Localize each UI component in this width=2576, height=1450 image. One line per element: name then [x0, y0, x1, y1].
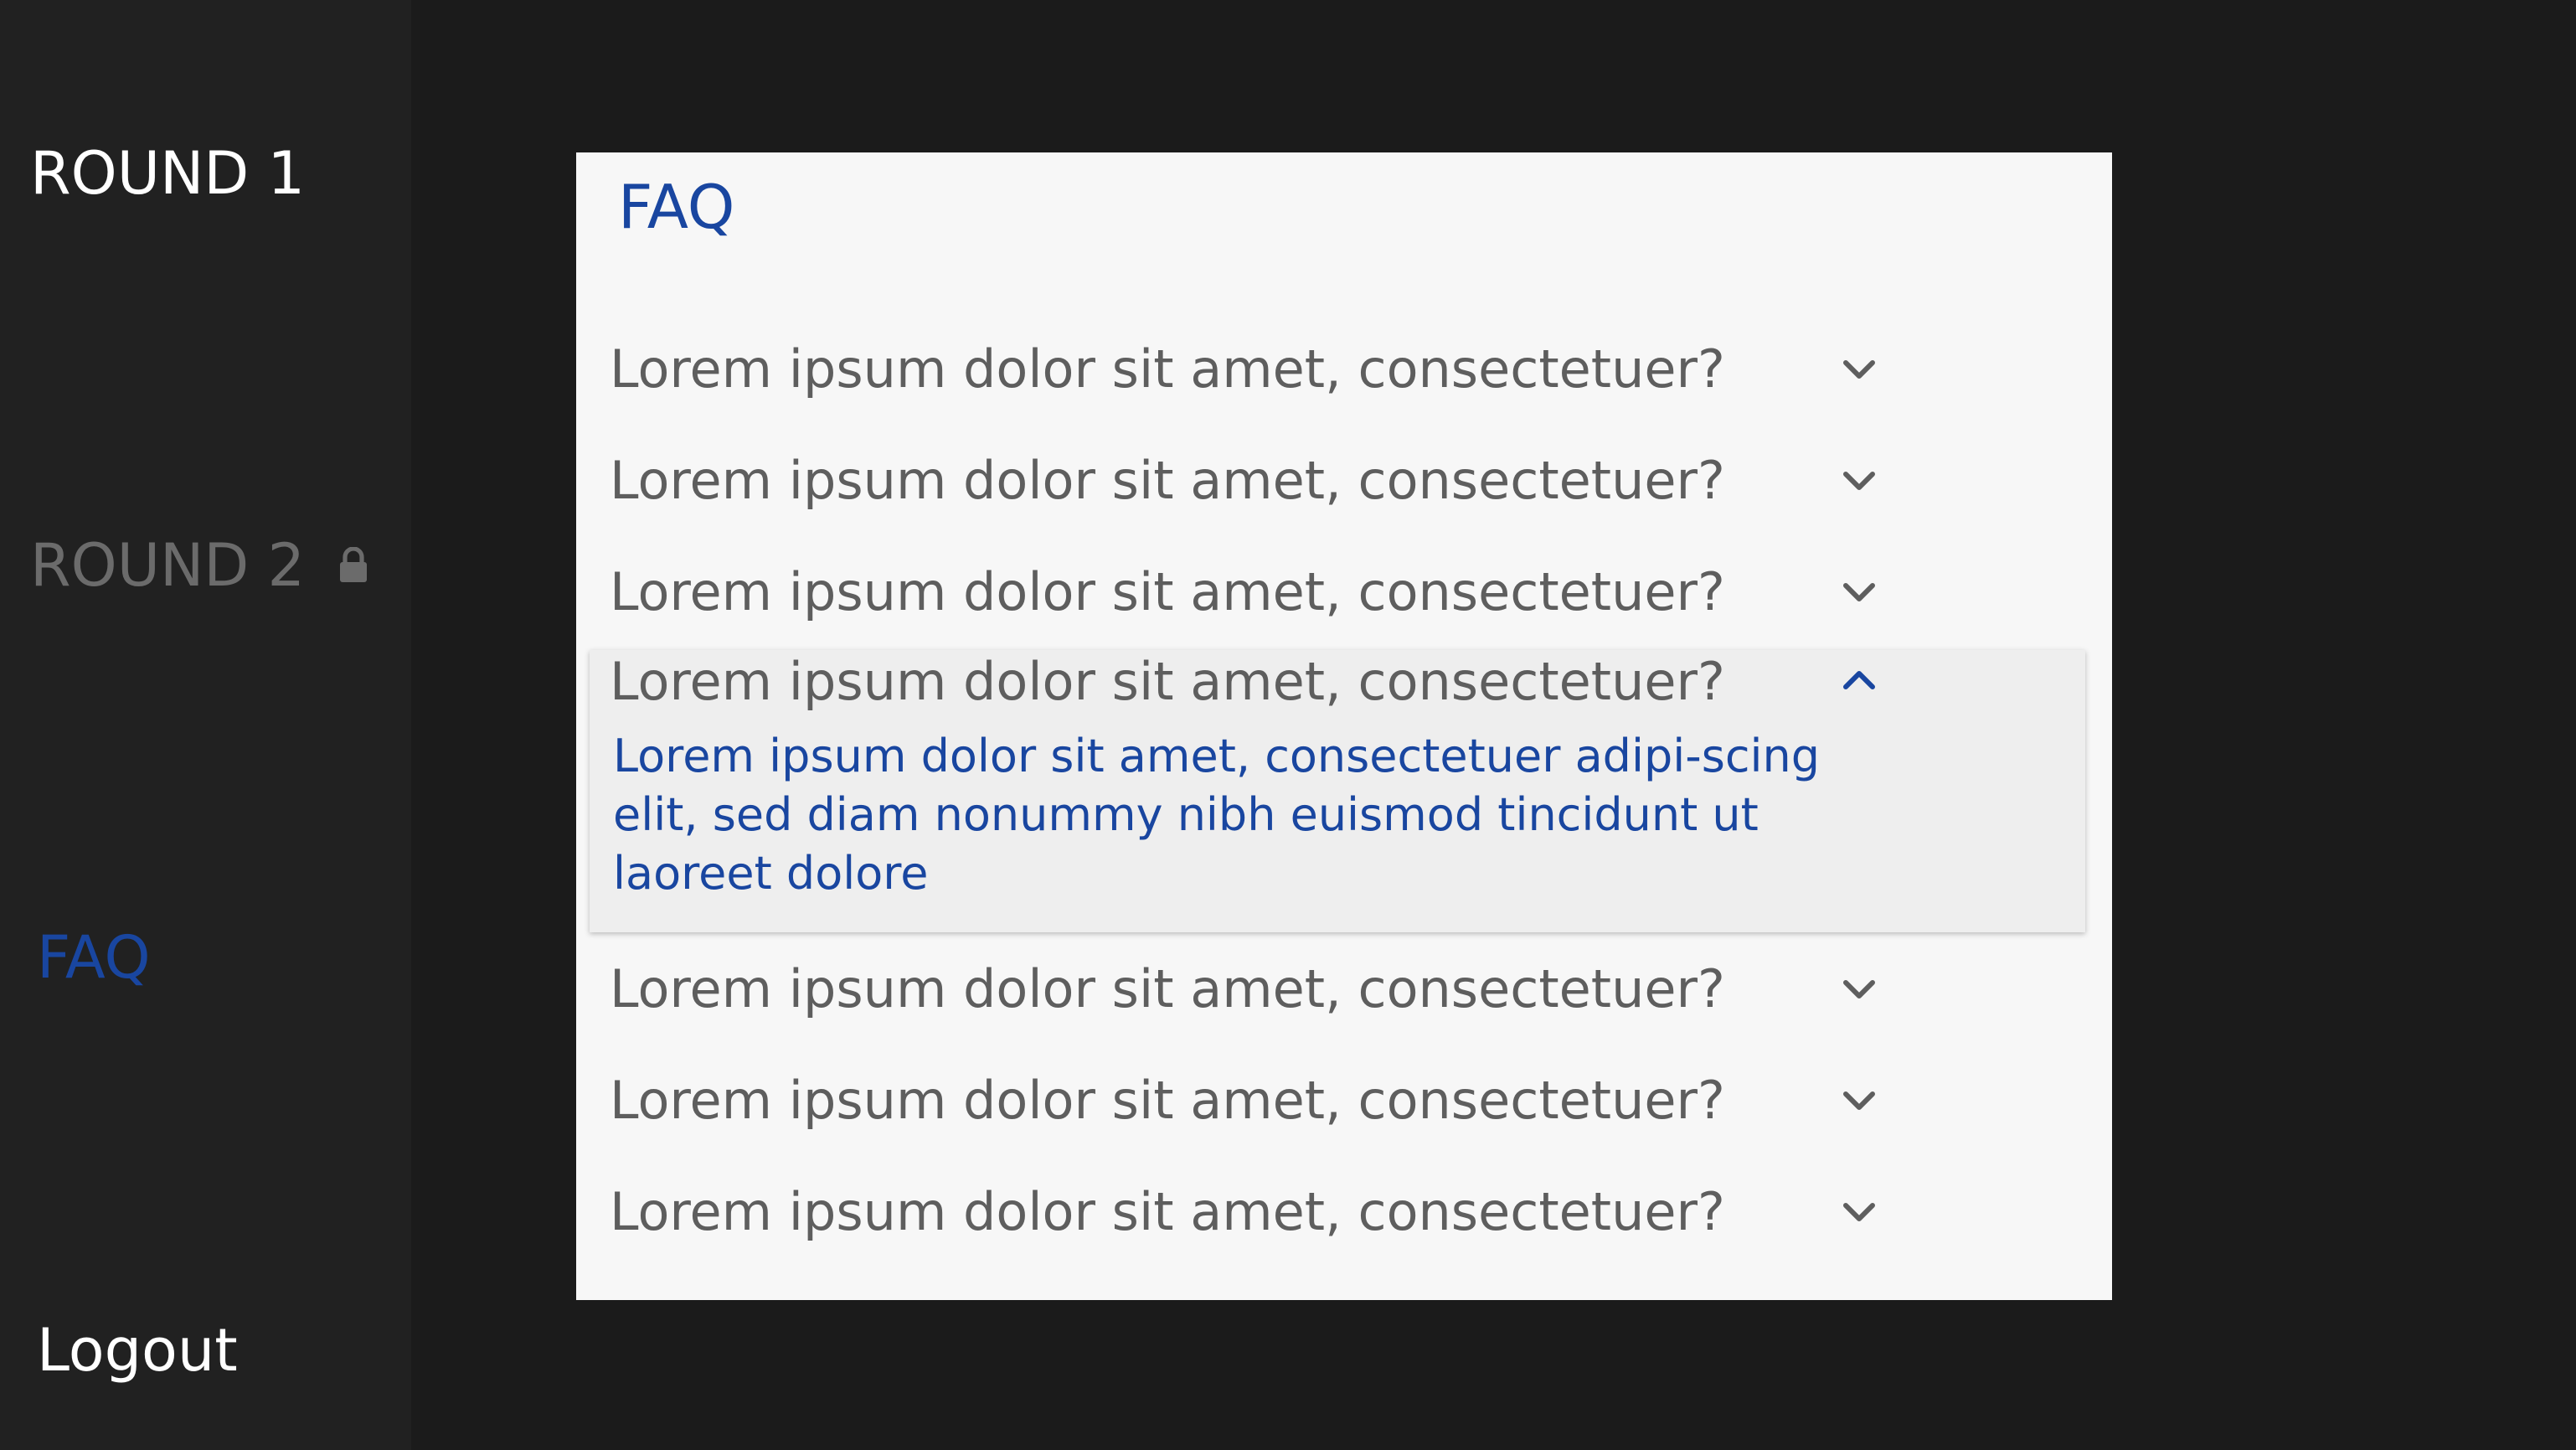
- chevron-down-icon[interactable]: [1839, 1192, 1879, 1232]
- faq-question[interactable]: Lorem ipsum dolor sit amet, consectetuer…: [610, 653, 1725, 710]
- faq-item[interactable]: Lorem ipsum dolor sit amet, consectetuer…: [576, 1158, 2112, 1270]
- logout-label: Logout: [37, 1316, 238, 1385]
- lock-icon: [340, 547, 368, 582]
- app: ROUND 1 ROUND 2 FAQ Logout FAQ Lorem ips…: [0, 0, 2576, 1450]
- chevron-down-icon[interactable]: [1839, 349, 1879, 390]
- chevron-down-icon[interactable]: [1839, 461, 1879, 501]
- faq-item[interactable]: Lorem ipsum dolor sit amet, consectetuer…: [576, 427, 2112, 539]
- chevron-down-icon[interactable]: [1839, 1081, 1879, 1121]
- faq-item[interactable]: Lorem ipsum dolor sit amet, consectetuer…: [576, 1047, 2112, 1158]
- faq-item[interactable]: Lorem ipsum dolor sit amet, consectetuer…: [576, 539, 2112, 650]
- sidebar-item-faq[interactable]: FAQ: [37, 928, 151, 987]
- chevron-down-icon[interactable]: [1839, 969, 1879, 1009]
- chevron-up-icon[interactable]: [1839, 660, 1879, 700]
- faq-item[interactable]: Lorem ipsum dolor sit amet, consectetuer…: [576, 936, 2112, 1047]
- page-title: FAQ: [618, 172, 735, 242]
- sidebar-item-label: FAQ: [37, 923, 151, 992]
- sidebar-item-round-2[interactable]: ROUND 2: [30, 536, 368, 595]
- faq-question[interactable]: Lorem ipsum dolor sit amet, consectetuer…: [610, 1071, 1725, 1129]
- sidebar-item-round-1[interactable]: ROUND 1: [30, 144, 305, 203]
- sidebar-item-label: ROUND 2: [30, 531, 306, 600]
- faq-answer: Lorem ipsum dolor sit amet, consectetuer…: [613, 730, 1821, 900]
- faq-panel: FAQ Lorem ipsum dolor sit amet, consecte…: [576, 152, 2112, 1300]
- faq-question[interactable]: Lorem ipsum dolor sit amet, consectetuer…: [610, 960, 1725, 1018]
- sidebar: ROUND 1 ROUND 2 FAQ Logout: [0, 0, 411, 1450]
- logout-button[interactable]: Logout: [37, 1321, 238, 1380]
- sidebar-item-label: ROUND 1: [30, 139, 306, 208]
- faq-item[interactable]: Lorem ipsum dolor sit amet, consectetuer…: [576, 316, 2112, 427]
- chevron-down-icon[interactable]: [1839, 572, 1879, 612]
- faq-question[interactable]: Lorem ipsum dolor sit amet, consectetuer…: [610, 563, 1725, 621]
- faq-item-expanded[interactable]: Lorem ipsum dolor sit amet, consectetuer…: [590, 650, 2085, 932]
- faq-question[interactable]: Lorem ipsum dolor sit amet, consectetuer…: [610, 452, 1725, 509]
- faq-question[interactable]: Lorem ipsum dolor sit amet, consectetuer…: [610, 1183, 1725, 1241]
- faq-list: Lorem ipsum dolor sit amet, consectetuer…: [576, 316, 2112, 1270]
- faq-question[interactable]: Lorem ipsum dolor sit amet, consectetuer…: [610, 340, 1725, 398]
